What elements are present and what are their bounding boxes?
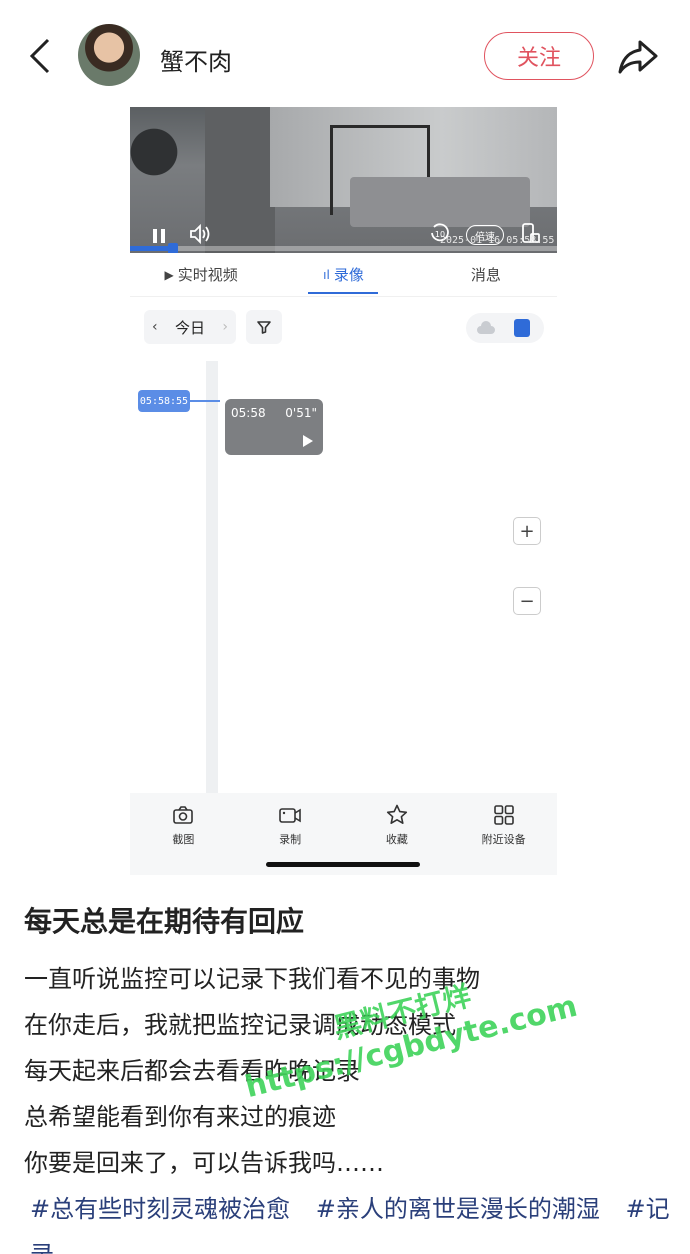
zoom-in-button[interactable]: + — [513, 517, 541, 545]
tool-label: 附近设备 — [481, 833, 526, 846]
recording-clip[interactable]: 05:58 0'51" — [225, 399, 323, 455]
hashtag-link[interactable]: #总有些时刻灵魂被治愈 — [30, 1195, 290, 1223]
post-line: 在你走后，我就把监控记录调成动态模式 — [24, 1011, 456, 1039]
tool-label: 截图 — [172, 833, 195, 846]
top-bar: 蟹不肉 关注 — [0, 0, 690, 110]
timeline-marker-line — [190, 400, 220, 402]
tool-label: 录制 — [279, 833, 302, 846]
storage-toggle[interactable] — [466, 313, 544, 343]
video-scene-door — [205, 107, 275, 253]
home-indicator — [266, 862, 420, 867]
tab-recordings[interactable]: ıl 录像 — [272, 253, 414, 296]
post-body: 一直听说监控可以记录下我们看不见的事物 在你走后，我就把监控记录调成动态模式 每… — [24, 956, 664, 1186]
video-player[interactable]: 10 倍速 2025-01-16 05:58:55 — [130, 107, 557, 253]
username[interactable]: 蟹不肉 — [160, 42, 232, 77]
share-button[interactable] — [616, 36, 660, 76]
video-scene-bed — [350, 177, 530, 227]
hashtag-list: #总有些时刻灵魂被治愈 #亲人的离世是漫长的潮湿 #记录 — [30, 1186, 670, 1254]
screenshot-button[interactable]: 截图 — [130, 793, 237, 875]
tool-label: 收藏 — [385, 833, 408, 846]
nearby-devices-button[interactable]: 附近设备 — [450, 793, 557, 875]
camera-icon — [173, 806, 194, 824]
share-icon — [618, 40, 658, 74]
tab-live-video[interactable]: ▶ 实时视频 — [130, 253, 272, 296]
date-picker[interactable]: ‹ 今日 › — [144, 310, 236, 344]
grid-icon — [493, 805, 514, 825]
chevron-left-icon[interactable]: ‹ — [152, 319, 158, 335]
pause-button[interactable] — [150, 227, 168, 245]
volume-icon — [190, 223, 210, 245]
video-progress-fill — [130, 246, 173, 251]
play-icon[interactable] — [303, 435, 313, 447]
tab-label: 实时视频 — [177, 266, 238, 284]
timeline-marker[interactable]: 05:58:55 — [138, 390, 190, 412]
avatar[interactable] — [78, 24, 140, 86]
star-icon — [386, 804, 407, 824]
timeline-track[interactable] — [206, 361, 218, 793]
video-scene-plant — [130, 107, 190, 197]
video-progress-bar[interactable] — [130, 243, 557, 253]
cloud-icon[interactable] — [476, 320, 496, 336]
filter-button[interactable] — [246, 310, 282, 344]
post-line: 总希望能看到你有来过的痕迹 — [24, 1103, 336, 1131]
minus-icon: − — [519, 590, 535, 612]
post-line: 你要是回来了，可以告诉我吗…… — [24, 1149, 384, 1177]
chevron-left-icon — [29, 38, 50, 74]
chevron-right-icon[interactable]: › — [222, 319, 228, 335]
pause-icon — [153, 229, 165, 243]
sd-card-icon[interactable] — [514, 319, 530, 337]
video-record-icon — [279, 808, 301, 823]
volume-button[interactable] — [188, 223, 212, 245]
post-line: 一直听说监控可以记录下我们看不见的事物 — [24, 965, 480, 993]
tab-label: 消息 — [470, 266, 501, 284]
back-button[interactable] — [24, 36, 60, 76]
clip-start-time: 05:58 — [231, 406, 266, 420]
play-square-icon: ▶ — [164, 267, 174, 282]
tab-messages[interactable]: 消息 — [415, 253, 557, 296]
clip-duration: 0'51" — [285, 406, 317, 420]
bars-icon: ıl — [323, 267, 330, 282]
post-title: 每天总是在期待有回应 — [24, 905, 305, 938]
plus-icon: + — [519, 520, 535, 542]
filter-bar: ‹ 今日 › — [130, 307, 557, 351]
embedded-screenshot: 10 倍速 2025-01-16 05:58:55 ▶ 实时视频 ıl 录像 消… — [130, 107, 557, 875]
hashtag-link[interactable]: #亲人的离世是漫长的潮湿 — [316, 1195, 600, 1223]
follow-button[interactable]: 关注 — [484, 32, 594, 80]
video-timestamp: 2025-01-16 05:58:55 — [440, 235, 555, 246]
tab-bar: ▶ 实时视频 ıl 录像 消息 — [130, 253, 557, 297]
video-progress-knob[interactable] — [167, 243, 178, 253]
date-label: 今日 — [174, 318, 205, 337]
tab-label: 录像 — [333, 266, 364, 284]
filter-icon — [257, 321, 271, 334]
post-line: 每天起来后都会去看看昨晚记录 — [24, 1057, 360, 1085]
zoom-out-button[interactable]: − — [513, 587, 541, 615]
